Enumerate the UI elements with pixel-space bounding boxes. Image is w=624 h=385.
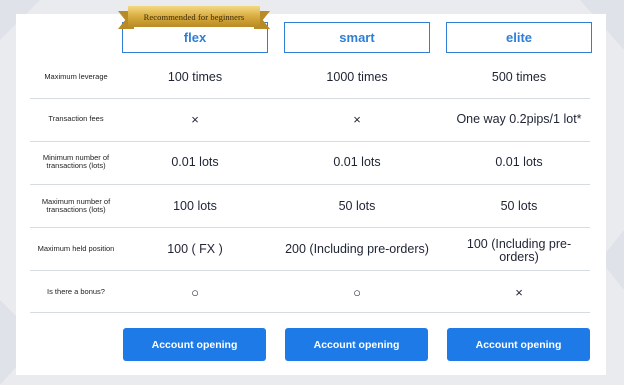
row-divider bbox=[30, 270, 590, 271]
cell-elite-bonus: × bbox=[515, 284, 523, 300]
cell-flex-max-held-position: 100 ( FX ) bbox=[167, 241, 223, 256]
cell-flex-min-transactions: 0.01 lots bbox=[171, 154, 219, 169]
cell-flex-max-leverage: 100 times bbox=[167, 69, 223, 84]
recommended-ribbon: Recommended for beginners bbox=[118, 4, 270, 31]
cell-flex-max-transactions: 100 lots bbox=[173, 198, 217, 213]
cell-smart-max-leverage: 1000 times bbox=[326, 69, 388, 84]
row-label-max-transactions: Maximum number of transactions (lots) bbox=[41, 196, 111, 214]
cell-smart-bonus: ○ bbox=[353, 284, 361, 300]
cell-flex-bonus: ○ bbox=[191, 284, 199, 300]
row-label-bonus: Is there a bonus? bbox=[47, 286, 105, 296]
row-divider bbox=[30, 184, 590, 185]
plan-header-elite: elite bbox=[446, 22, 592, 53]
cell-smart-max-held-position: 200 (Including pre-orders) bbox=[285, 241, 429, 256]
account-opening-button-flex[interactable]: Account opening bbox=[123, 328, 266, 361]
row-divider bbox=[30, 227, 590, 228]
account-opening-button-elite[interactable]: Account opening bbox=[447, 328, 590, 361]
row-label-max-leverage: Maximum leverage bbox=[44, 71, 108, 81]
cell-elite-min-transactions: 0.01 lots bbox=[495, 154, 543, 169]
ribbon-label: Recommended for beginners bbox=[128, 6, 260, 27]
cell-elite-max-held-position: 100 (Including pre-orders) bbox=[466, 237, 572, 264]
row-divider bbox=[30, 312, 590, 313]
row-divider bbox=[30, 98, 590, 99]
cell-smart-min-transactions: 0.01 lots bbox=[333, 154, 381, 169]
cell-smart-transaction-fees: × bbox=[353, 111, 361, 127]
row-label-max-held-position: Maximum held position bbox=[37, 243, 115, 253]
cell-flex-transaction-fees: × bbox=[191, 111, 199, 127]
account-opening-button-smart[interactable]: Account opening bbox=[285, 328, 428, 361]
cell-elite-max-leverage: 500 times bbox=[491, 69, 547, 84]
row-label-transaction-fees: Transaction fees bbox=[48, 113, 104, 123]
plan-header-smart: smart bbox=[284, 22, 430, 53]
row-label-min-transactions: Minimum number of transactions (lots) bbox=[42, 152, 110, 170]
cell-elite-transaction-fees: One way 0.2pips/1 lot* bbox=[456, 111, 582, 126]
cell-smart-max-transactions: 50 lots bbox=[338, 198, 376, 213]
row-divider bbox=[30, 141, 590, 142]
cell-elite-max-transactions: 50 lots bbox=[500, 198, 538, 213]
